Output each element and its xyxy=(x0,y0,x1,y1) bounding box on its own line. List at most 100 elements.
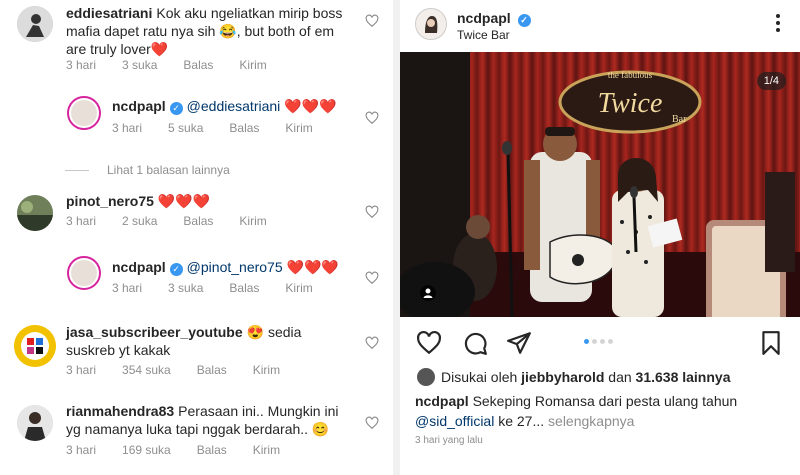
comment-text: jasa_subscribeer_youtube 😍 sedia suskreb … xyxy=(66,323,351,359)
avatar[interactable] xyxy=(67,96,101,130)
comment-username[interactable]: pinot_nero75 xyxy=(66,193,154,209)
comment-text: eddiesatriani Kok aku ngeliatkan mirip bo… xyxy=(66,4,351,58)
carousel-dot xyxy=(600,339,605,344)
comment-likes[interactable]: 3 suka xyxy=(122,58,157,72)
reply-text: ncdpapl ✓ @pinot_nero75 ❤️❤️❤️ xyxy=(112,258,362,276)
carousel-dot xyxy=(584,339,589,344)
reply-button[interactable]: Balas xyxy=(229,281,259,295)
post-username-label: ncdpapl xyxy=(457,10,511,26)
heart-outline-icon[interactable] xyxy=(365,336,379,350)
avatar[interactable] xyxy=(17,195,53,231)
heart-outline-icon[interactable] xyxy=(365,111,379,125)
comment-meta: 3 hari 3 suka Balas Kirim xyxy=(66,58,293,72)
reply-button[interactable]: Balas xyxy=(183,214,213,228)
reply-text: ncdpapl ✓ @eddiesatriani ❤️❤️❤️ xyxy=(112,97,362,115)
avatar[interactable] xyxy=(67,256,101,290)
comment-meta: 3 hari 354 suka Balas Kirim xyxy=(66,363,306,377)
comment-time: 3 hari xyxy=(112,121,143,135)
heart-outline-icon[interactable] xyxy=(416,330,442,356)
comments-panel: eddiesatriani Kok aku ngeliatkan mirip bo… xyxy=(0,0,390,475)
send-button[interactable]: Kirim xyxy=(253,443,280,457)
post-header: ncdpapl ✓ Twice Bar xyxy=(400,0,800,52)
likes-count[interactable]: 31.638 lainnya xyxy=(636,369,731,385)
heart-outline-icon[interactable] xyxy=(365,271,379,285)
reply-button[interactable]: Balas xyxy=(183,58,213,72)
comment-likes[interactable]: 3 suka xyxy=(168,281,203,295)
comment-time: 3 hari xyxy=(112,281,143,295)
comment-likes[interactable]: 5 suka xyxy=(168,121,203,135)
comment-username[interactable]: ncdpapl xyxy=(112,259,166,275)
carousel-dots xyxy=(584,339,616,344)
comment-text: rianmahendra83 Perasaan ini.. Mungkin ini… xyxy=(66,402,356,438)
comment-username[interactable]: ncdpapl xyxy=(112,98,166,114)
comment-username[interactable]: eddiesatriani xyxy=(66,5,152,21)
send-button[interactable]: Kirim xyxy=(239,58,266,72)
comment-meta: 3 hari 169 suka Balas Kirim xyxy=(66,443,306,457)
send-icon[interactable] xyxy=(506,330,532,356)
comment-time: 3 hari xyxy=(66,443,97,457)
comment-meta: 3 hari 3 suka Balas Kirim xyxy=(112,281,339,295)
carousel-dot xyxy=(592,339,597,344)
post-location[interactable]: Twice Bar xyxy=(457,28,510,42)
send-button[interactable]: Kirim xyxy=(253,363,280,377)
verified-badge-icon: ✓ xyxy=(169,102,183,115)
comment-icon[interactable] xyxy=(462,330,488,356)
verified-badge-icon: ✓ xyxy=(517,14,531,27)
heart-outline-icon[interactable] xyxy=(365,416,379,430)
caption-more-link[interactable]: selengkapnya xyxy=(548,413,634,429)
panel-divider xyxy=(393,0,400,475)
comment-body: ❤️❤️❤️ xyxy=(157,193,211,209)
likes-prefix: Disukai oleh xyxy=(441,369,518,385)
neon-sign-text: Twice xyxy=(598,88,663,119)
avatar[interactable] xyxy=(17,6,53,42)
comment-meta: 3 hari 2 suka Balas Kirim xyxy=(66,214,293,228)
instagram-screen: eddiesatriani Kok aku ngeliatkan mirip bo… xyxy=(0,0,800,475)
neon-sign-top: the fabulous xyxy=(608,70,653,80)
post-avatar[interactable] xyxy=(415,8,447,40)
send-button[interactable]: Kirim xyxy=(285,121,312,135)
comment-time: 3 hari xyxy=(66,363,97,377)
mention-link[interactable]: @eddiesatriani xyxy=(187,98,281,114)
comment-username[interactable]: rianmahendra83 xyxy=(66,403,174,419)
divider xyxy=(65,169,89,171)
comment-text: pinot_nero75 ❤️❤️❤️ xyxy=(66,192,351,210)
likes-mid: dan xyxy=(608,369,632,385)
reply-button[interactable]: Balas xyxy=(197,443,227,457)
bookmark-icon[interactable] xyxy=(758,330,784,356)
avatar[interactable] xyxy=(17,405,53,441)
caption-text: Sekeping Romansa dari pesta ulang tahun xyxy=(472,393,738,409)
neon-sign-bar: Bar xyxy=(672,114,687,125)
comment-username[interactable]: jasa_subscribeer_youtube xyxy=(66,324,243,340)
heart-outline-icon[interactable] xyxy=(365,14,379,28)
reply-button[interactable]: Balas xyxy=(197,363,227,377)
comment-likes[interactable]: 354 suka xyxy=(122,363,171,377)
mention-link[interactable]: @pinot_nero75 xyxy=(187,259,283,275)
heart-outline-icon[interactable] xyxy=(365,205,379,219)
post-username[interactable]: ncdpapl ✓ xyxy=(457,10,535,27)
post-photo[interactable]: Twice the fabulous Bar 1/4 xyxy=(400,52,800,317)
liker-avatar xyxy=(417,368,435,386)
caption-username[interactable]: ncdpapl xyxy=(415,393,469,409)
post-time: 3 hari yang lalu xyxy=(415,435,483,446)
user-tag-icon[interactable] xyxy=(420,285,436,301)
likes-summary[interactable]: Disukai oleh jiebbyharold dan 31.638 lai… xyxy=(417,368,730,386)
view-replies-label: Lihat 1 balasan lainnya xyxy=(107,163,230,177)
comment-likes[interactable]: 169 suka xyxy=(122,443,171,457)
view-replies-button[interactable]: Lihat 1 balasan lainnya xyxy=(65,163,230,177)
comment-time: 3 hari xyxy=(66,214,97,228)
send-button[interactable]: Kirim xyxy=(285,281,312,295)
post-caption: ncdpapl Sekeping Romansa dari pesta ulan… xyxy=(415,391,787,431)
more-vertical-icon[interactable] xyxy=(776,14,780,35)
reply-button[interactable]: Balas xyxy=(229,121,259,135)
carousel-dot xyxy=(608,339,613,344)
comment-meta: 3 hari 5 suka Balas Kirim xyxy=(112,121,339,135)
comment-time: 3 hari xyxy=(66,58,97,72)
comment-likes[interactable]: 2 suka xyxy=(122,214,157,228)
post-actions xyxy=(400,326,800,358)
caption-tail: ke 27... xyxy=(498,413,545,429)
likes-user[interactable]: jiebbyharold xyxy=(521,369,604,385)
send-button[interactable]: Kirim xyxy=(239,214,266,228)
caption-mention[interactable]: @sid_official xyxy=(415,413,494,429)
avatar[interactable] xyxy=(14,325,56,367)
comment-body: ❤️❤️❤️ xyxy=(286,259,339,275)
